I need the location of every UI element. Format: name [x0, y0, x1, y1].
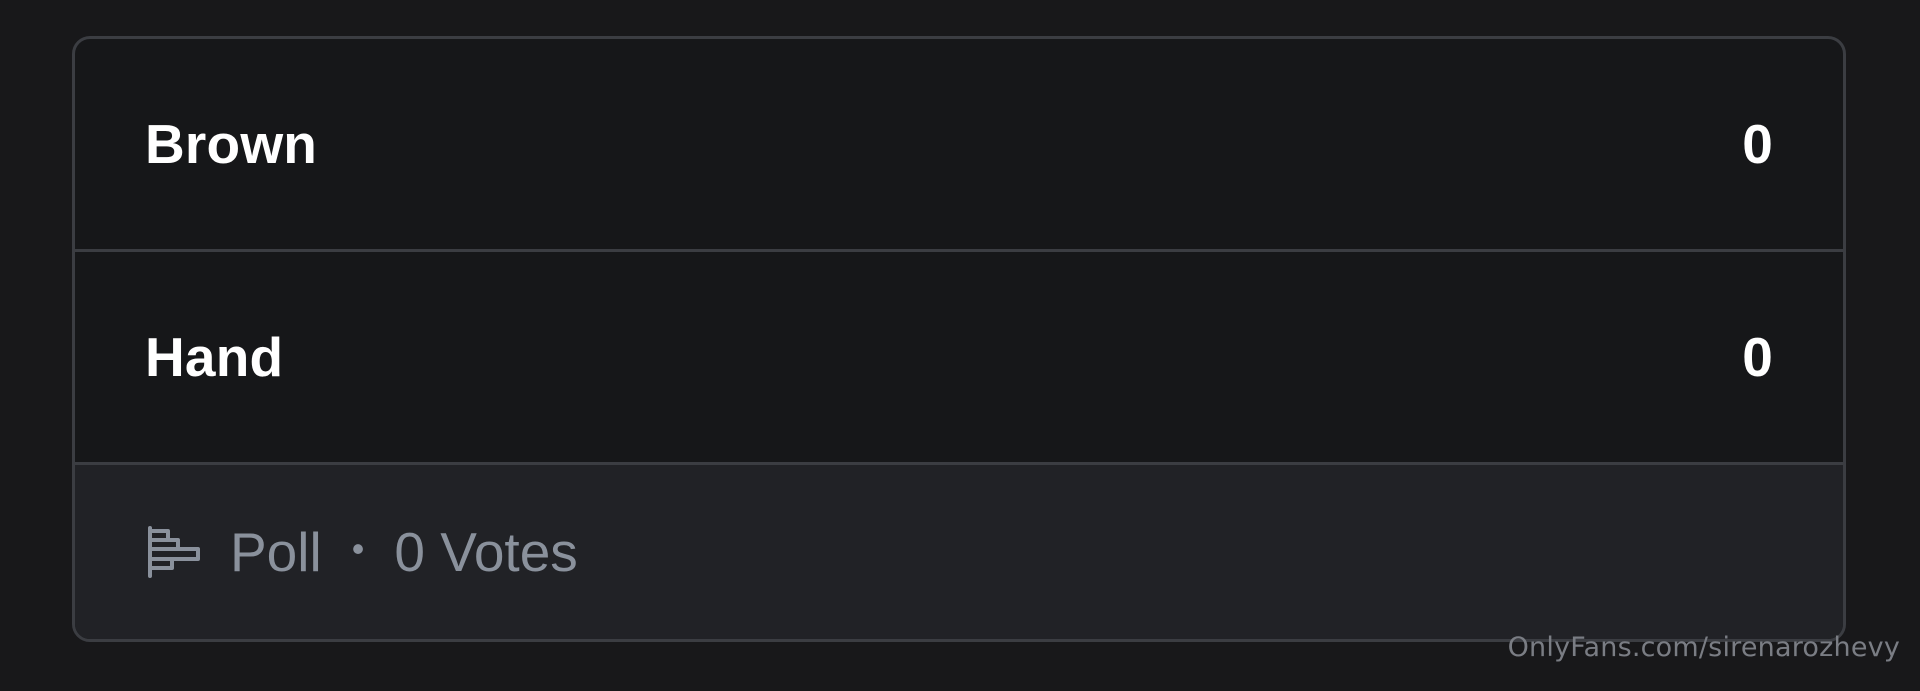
option-vote-count: 0 — [1742, 113, 1773, 175]
poll-option-hand[interactable]: Hand 0 — [75, 252, 1843, 465]
poll-card: Brown 0 Hand 0 Poll • 0 Votes — [72, 36, 1846, 642]
watermark-text: OnlyFans.com/sirenarozhevy — [1507, 632, 1900, 663]
poll-footer: Poll • 0 Votes — [75, 465, 1843, 639]
separator-dot: • — [351, 528, 365, 569]
poll-votes-count: 0 Votes — [394, 521, 578, 583]
poll-bars-icon — [146, 525, 204, 579]
option-label: Brown — [145, 113, 318, 175]
option-label: Hand — [145, 326, 284, 388]
poll-type-label: Poll — [230, 521, 322, 583]
option-vote-count: 0 — [1742, 326, 1773, 388]
poll-option-brown[interactable]: Brown 0 — [75, 39, 1843, 252]
